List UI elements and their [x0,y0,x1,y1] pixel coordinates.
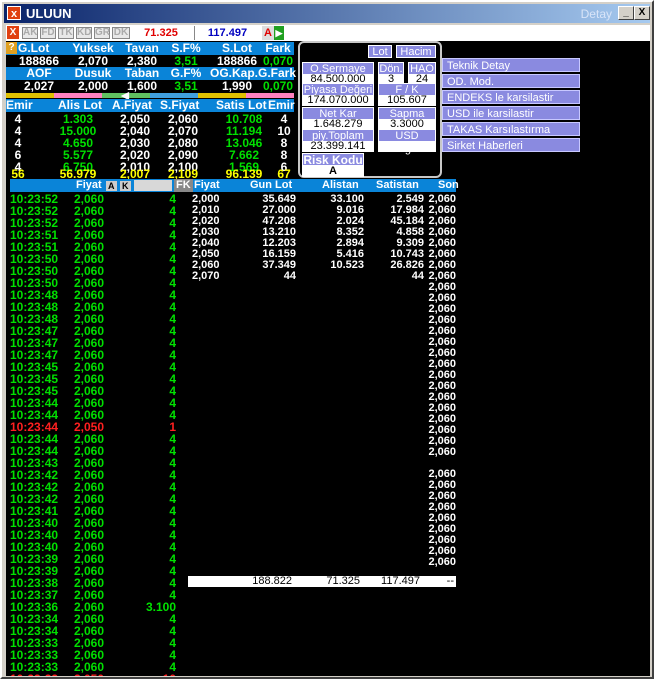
val-gfark: 0,070 [262,79,294,93]
ob-hdr-emir-sell: Emir [268,98,295,112]
minimize-button[interactable]: _ [618,6,634,20]
th-satistan[interactable]: Satistan [376,179,419,192]
trade-cell: 10:23:32 [10,673,58,676]
tab-gr[interactable]: GR [94,27,110,39]
val-dusuk: 2,000 [77,79,109,93]
trade-row[interactable]: 10:23:32 2,050 10 [10,673,180,676]
close-button[interactable]: X [634,6,650,20]
th-a-button[interactable]: A [106,181,117,191]
app-close-icon[interactable]: x [7,6,21,20]
th-gunlot[interactable]: Gun Lot [250,179,292,192]
total-alistan: 71.325 [326,575,360,587]
depth-cell: 2,070 [192,270,220,282]
tab-dk[interactable]: DK [112,27,130,39]
th-filter-field[interactable] [134,180,172,191]
title-bar[interactable]: x ULUUN Detay _ X [4,4,650,23]
ob-hdr-satislot: Satis Lot [216,98,267,112]
total-gunlot: 188.822 [252,575,292,587]
menu-endeks[interactable]: ENDEKS le karsilastir [442,90,580,104]
risk-value: A [302,166,364,177]
ob-hdr-alislot: Alis Lot [58,98,102,112]
total-satistan: 117.497 [381,575,420,587]
th-alistan[interactable]: Alistan [322,179,359,192]
tab-kd[interactable]: KD [76,27,92,39]
th-fiyat[interactable]: Fiyat [76,179,102,192]
depth-cell: 10.523 [330,259,364,271]
menu-usd[interactable]: USD ile karsilastir [442,106,580,120]
a-button[interactable]: A [262,26,274,40]
th-k-button[interactable]: K [120,181,131,191]
th-fiyat-sort[interactable]: Fiyat [194,179,220,192]
depth-cell: 44 [411,270,424,282]
info-panel: Lot Hacim O.Sermaye 84.500.000 Dön. 3 HA… [298,41,442,178]
toolbar-close-icon[interactable]: X [7,26,19,39]
val-aof: 2,027 [23,79,55,93]
detay-label: Detay [580,7,612,21]
fk-value: 105.607 [378,95,436,106]
son-value: 2,060 [428,446,456,458]
trade-cell: 2,050 [74,673,104,676]
toolbar: X AK FD TK KD GR DK 71.325 117.497 A ▶ [6,25,650,41]
son-value: 2,060 [428,556,456,568]
main-window: x ULUUN Detay _ X X AK FD TK KD GR DK 71… [0,0,654,679]
th-fk[interactable]: FK [174,179,193,192]
hacim-button[interactable]: Hacim [396,45,436,58]
depth-total-row: 188.822 71.325 117.497 -- [188,576,456,587]
price-field-2: 117.497 [194,26,260,40]
help-icon[interactable]: ? [6,42,17,54]
total-son: -- [446,575,454,587]
trades-header-bar: Fiyat A K FK Fiyat Gun Lot Alistan Satis… [10,179,459,192]
menu-teknik-detay[interactable]: Teknik Detay [442,58,580,72]
th-son[interactable]: Son [438,179,459,192]
ob-hdr-afiyat: A.Fiyat [112,98,153,112]
tab-fd[interactable]: FD [40,27,56,39]
ob-hdr-emir-buy: Emir [6,98,33,112]
val-gf: 3,51 [174,79,198,93]
arrow-right-icon[interactable]: ▶ [274,26,284,40]
menu-sirket-haberleri[interactable]: Sirket Haberleri [442,138,580,152]
depth-row[interactable]: 2,070 44 44 [192,271,454,282]
menu-takas[interactable]: TAKAS Karsılastırma [442,122,580,136]
piyasa-value: 174.070.000 [302,95,374,106]
content-area: X AK FD TK KD GR DK 71.325 117.497 A ▶ G… [6,25,650,676]
menu-od-mod[interactable]: OD. Mod. [442,74,580,88]
window-title: ULUUN [26,6,72,21]
depth-cell: 44 [283,270,296,282]
ob-hdr-sfiyat: S.Fiyat [160,98,200,112]
tab-tk[interactable]: TK [58,27,74,39]
price-field-1: 71.325 [144,27,178,39]
lot-button[interactable]: Lot [368,45,392,58]
val-ogkap: 1,990 [221,79,253,93]
tab-ak[interactable]: AK [22,27,38,39]
usd-value [378,141,436,152]
trade-cell: 10 [163,673,176,676]
toplamlot-value: 23.399.141 [302,141,374,152]
